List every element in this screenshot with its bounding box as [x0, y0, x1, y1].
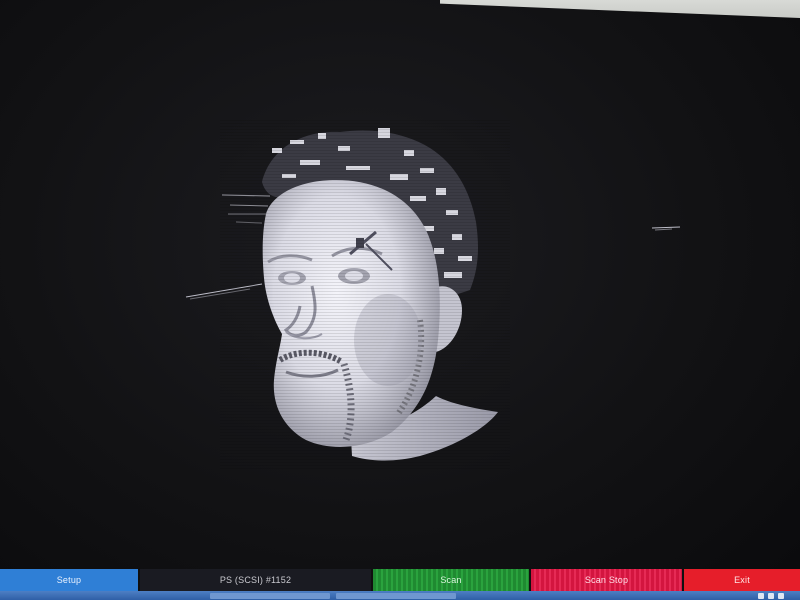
- scan-stop-button[interactable]: Scan Stop: [531, 569, 684, 591]
- scanner-toolbar: Setup PS (SCSI) #1152 Scan Scan Stop Exi…: [0, 569, 800, 591]
- os-taskbar: [0, 591, 800, 600]
- tray-icon[interactable]: [778, 593, 784, 599]
- exit-button[interactable]: Exit: [684, 569, 800, 591]
- setup-button[interactable]: Setup: [0, 569, 140, 591]
- scan-button[interactable]: Scan: [373, 569, 531, 591]
- 3d-viewport[interactable]: [0, 0, 800, 568]
- scanner-screen: Setup PS (SCSI) #1152 Scan Scan Stop Exi…: [0, 0, 800, 600]
- taskbar-item[interactable]: [336, 593, 456, 599]
- taskbar-item[interactable]: [210, 593, 330, 599]
- tray-icon[interactable]: [768, 593, 774, 599]
- device-status-label: PS (SCSI) #1152: [140, 569, 373, 591]
- tray-icon[interactable]: [758, 593, 764, 599]
